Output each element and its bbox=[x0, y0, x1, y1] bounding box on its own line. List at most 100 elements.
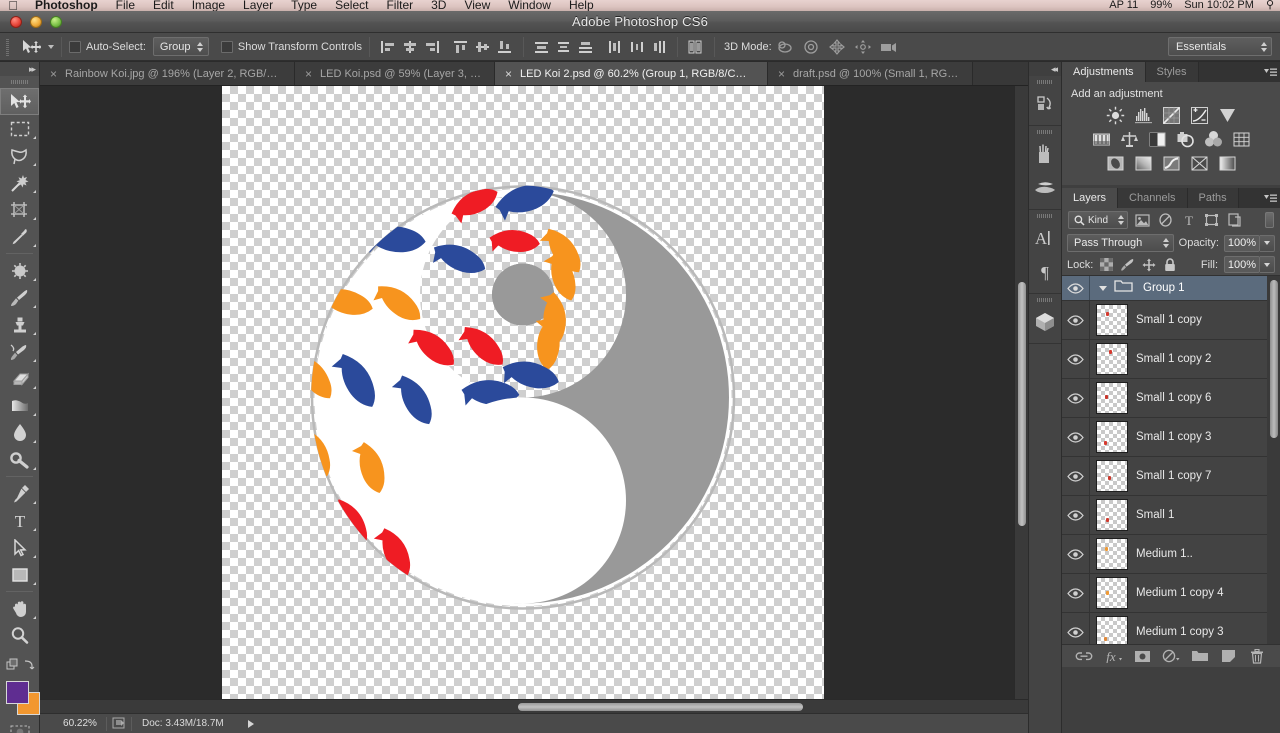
layer-row[interactable]: Small 1 bbox=[1062, 496, 1280, 535]
distribute-bottom-edges-icon[interactable] bbox=[575, 37, 597, 57]
filter-smart-objects-icon[interactable] bbox=[1226, 211, 1243, 229]
layer-visibility-toggle[interactable] bbox=[1062, 496, 1090, 534]
black-white-icon[interactable] bbox=[1146, 129, 1168, 149]
levels-icon[interactable] bbox=[1132, 105, 1154, 125]
filter-kind-select[interactable]: Kind bbox=[1068, 211, 1128, 229]
menubar-clock[interactable]: Sun 10:02 PM bbox=[1178, 0, 1260, 11]
eraser-tool[interactable] bbox=[0, 365, 39, 392]
layer-row[interactable]: Small 1 copy 2 bbox=[1062, 340, 1280, 379]
lock-image-pixels-icon[interactable] bbox=[1120, 257, 1135, 273]
vibrance-icon[interactable] bbox=[1216, 105, 1238, 125]
channel-mixer-icon[interactable] bbox=[1202, 129, 1224, 149]
paragraph-icon[interactable]: ¶ bbox=[1029, 255, 1061, 289]
layer-row-group-1[interactable]: Group 1 bbox=[1062, 276, 1280, 301]
layer-visibility-toggle[interactable] bbox=[1062, 535, 1090, 573]
posterize-icon[interactable] bbox=[1132, 153, 1154, 173]
layer-visibility-toggle[interactable] bbox=[1062, 276, 1090, 300]
spot-healing-brush-tool[interactable] bbox=[0, 257, 39, 284]
filter-type-layers-icon[interactable]: T bbox=[1180, 211, 1197, 229]
magic-wand-tool[interactable] bbox=[0, 169, 39, 196]
menu-type[interactable]: Type bbox=[282, 0, 326, 11]
document-tab-draft[interactable]: × draft.psd @ 100% (Small 1, RGB... bbox=[768, 62, 973, 85]
menu-photoshop[interactable]: Photoshop bbox=[26, 0, 107, 11]
layer-row[interactable]: Medium 1.. bbox=[1062, 535, 1280, 574]
color-balance-icon[interactable] bbox=[1118, 129, 1140, 149]
gradient-tool[interactable] bbox=[0, 392, 39, 419]
layer-row[interactable]: Small 1 copy 7 bbox=[1062, 457, 1280, 496]
opacity-chevron-down-icon[interactable] bbox=[1260, 234, 1275, 252]
move-tool[interactable] bbox=[0, 88, 39, 115]
layer-list[interactable]: Group 1 Small 1 copy Small 1 copy 2 Smal… bbox=[1062, 276, 1280, 644]
menu-help[interactable]: Help bbox=[560, 0, 603, 11]
close-icon[interactable]: × bbox=[505, 68, 512, 80]
selective-color-icon[interactable] bbox=[1188, 153, 1210, 173]
move-tool-icon[interactable] bbox=[14, 39, 48, 55]
auto-align-layers-icon[interactable] bbox=[685, 37, 707, 57]
3d-scale-camera-icon[interactable] bbox=[876, 37, 902, 57]
menu-select[interactable]: Select bbox=[326, 0, 377, 11]
expand-panels-button[interactable]: ◂◂ bbox=[1029, 62, 1061, 76]
history-brush-tool[interactable] bbox=[0, 338, 39, 365]
document-tab-led-koi-2[interactable]: × LED Koi 2.psd @ 60.2% (Group 1, RGB/8/… bbox=[495, 62, 768, 85]
invert-icon[interactable] bbox=[1104, 153, 1126, 173]
crop-tool[interactable] bbox=[0, 196, 39, 223]
document-canvas[interactable] bbox=[222, 86, 824, 713]
align-vertical-centers-icon[interactable] bbox=[472, 37, 494, 57]
scrollbar-thumb[interactable] bbox=[1018, 282, 1026, 526]
exposure-icon[interactable] bbox=[1188, 105, 1210, 125]
options-bar-grip[interactable] bbox=[2, 36, 14, 58]
group-expand-triangle-icon[interactable] bbox=[1099, 285, 1107, 291]
edit-toolbar-button[interactable] bbox=[0, 655, 39, 675]
align-right-edges-icon[interactable] bbox=[421, 37, 443, 57]
zoom-level-field[interactable]: 60.22% bbox=[54, 717, 106, 731]
layer-mask-icon[interactable] bbox=[1131, 647, 1153, 665]
apple-menu-icon[interactable]:  bbox=[0, 0, 26, 11]
layer-style-icon[interactable]: fx bbox=[1102, 647, 1124, 665]
layer-thumbnail[interactable] bbox=[1096, 421, 1128, 453]
history-icon[interactable] bbox=[1029, 87, 1061, 121]
canvas-area[interactable] bbox=[40, 86, 1028, 713]
layer-thumbnail[interactable] bbox=[1096, 577, 1128, 609]
menu-edit[interactable]: Edit bbox=[144, 0, 183, 11]
rail-grip[interactable] bbox=[1029, 126, 1061, 137]
character-icon[interactable]: A bbox=[1029, 221, 1061, 255]
menu-view[interactable]: View bbox=[455, 0, 499, 11]
color-lookup-icon[interactable] bbox=[1230, 129, 1252, 149]
layer-visibility-toggle[interactable] bbox=[1062, 340, 1090, 378]
filter-adjustment-layers-icon[interactable] bbox=[1157, 211, 1174, 229]
rail-grip[interactable] bbox=[1029, 210, 1061, 221]
menu-file[interactable]: File bbox=[107, 0, 144, 11]
filter-enable-toggle[interactable] bbox=[1265, 212, 1274, 228]
blend-mode-select[interactable]: Pass Through bbox=[1067, 234, 1174, 252]
lock-transparent-pixels-icon[interactable] bbox=[1099, 257, 1114, 273]
show-transform-controls-checkbox[interactable] bbox=[220, 40, 233, 53]
menu-image[interactable]: Image bbox=[183, 0, 234, 11]
layer-row[interactable]: Small 1 copy bbox=[1062, 301, 1280, 340]
layer-row[interactable]: Medium 1 copy 4 bbox=[1062, 574, 1280, 613]
lasso-tool[interactable] bbox=[0, 142, 39, 169]
workspace-select[interactable]: Essentials bbox=[1168, 37, 1272, 56]
layer-visibility-toggle[interactable] bbox=[1062, 379, 1090, 417]
fill-value-field[interactable]: 100% bbox=[1224, 256, 1260, 273]
hue-saturation-icon[interactable] bbox=[1090, 129, 1112, 149]
close-icon[interactable]: × bbox=[305, 68, 312, 80]
filter-pixel-layers-icon[interactable] bbox=[1134, 211, 1151, 229]
pen-tool[interactable] bbox=[0, 480, 39, 507]
align-left-edges-icon[interactable] bbox=[377, 37, 399, 57]
scrollbar-thumb[interactable] bbox=[518, 703, 803, 711]
canvas-vertical-scrollbar[interactable] bbox=[1014, 86, 1028, 699]
tab-paths[interactable]: Paths bbox=[1187, 188, 1239, 208]
lock-position-icon[interactable] bbox=[1141, 257, 1156, 273]
brush-icon[interactable] bbox=[1029, 171, 1061, 205]
auto-select-checkbox[interactable] bbox=[69, 40, 81, 53]
menu-window[interactable]: Window bbox=[499, 0, 560, 11]
rail-grip[interactable] bbox=[1029, 294, 1061, 305]
tools-panel-grip[interactable] bbox=[0, 76, 39, 88]
new-group-icon[interactable] bbox=[1189, 647, 1211, 665]
zoom-tool[interactable] bbox=[0, 622, 39, 649]
blur-tool[interactable] bbox=[0, 419, 39, 446]
brightness-contrast-icon[interactable] bbox=[1104, 105, 1126, 125]
tab-adjustments[interactable]: Adjustments bbox=[1062, 62, 1146, 82]
3d-orbit-icon[interactable] bbox=[772, 37, 798, 57]
layer-thumbnail[interactable] bbox=[1096, 343, 1128, 375]
